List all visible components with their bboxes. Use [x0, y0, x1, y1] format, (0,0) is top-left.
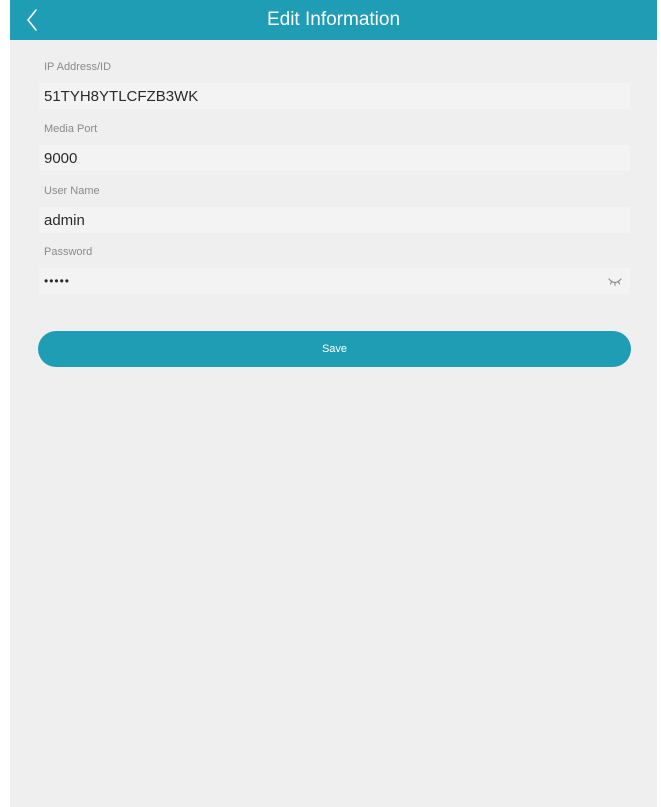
header-bar: Edit Information [10, 0, 657, 40]
password-input[interactable] [39, 268, 630, 294]
media-port-input[interactable] [39, 145, 630, 171]
ip-address-input[interactable] [39, 83, 630, 109]
password-visibility-toggle[interactable] [607, 275, 623, 287]
save-button[interactable]: Save [38, 331, 631, 367]
media-port-label: Media Port [44, 123, 98, 135]
ip-address-label: IP Address/ID [44, 61, 112, 73]
page-title: Edit Information [266, 9, 401, 30]
edit-information-screen: Edit Information IP Address/ID Media Por… [10, 0, 657, 807]
user-name-input[interactable] [39, 207, 630, 233]
eye-closed-icon [608, 278, 622, 287]
password-label: Password [44, 246, 93, 258]
user-name-label: User Name [44, 185, 100, 197]
